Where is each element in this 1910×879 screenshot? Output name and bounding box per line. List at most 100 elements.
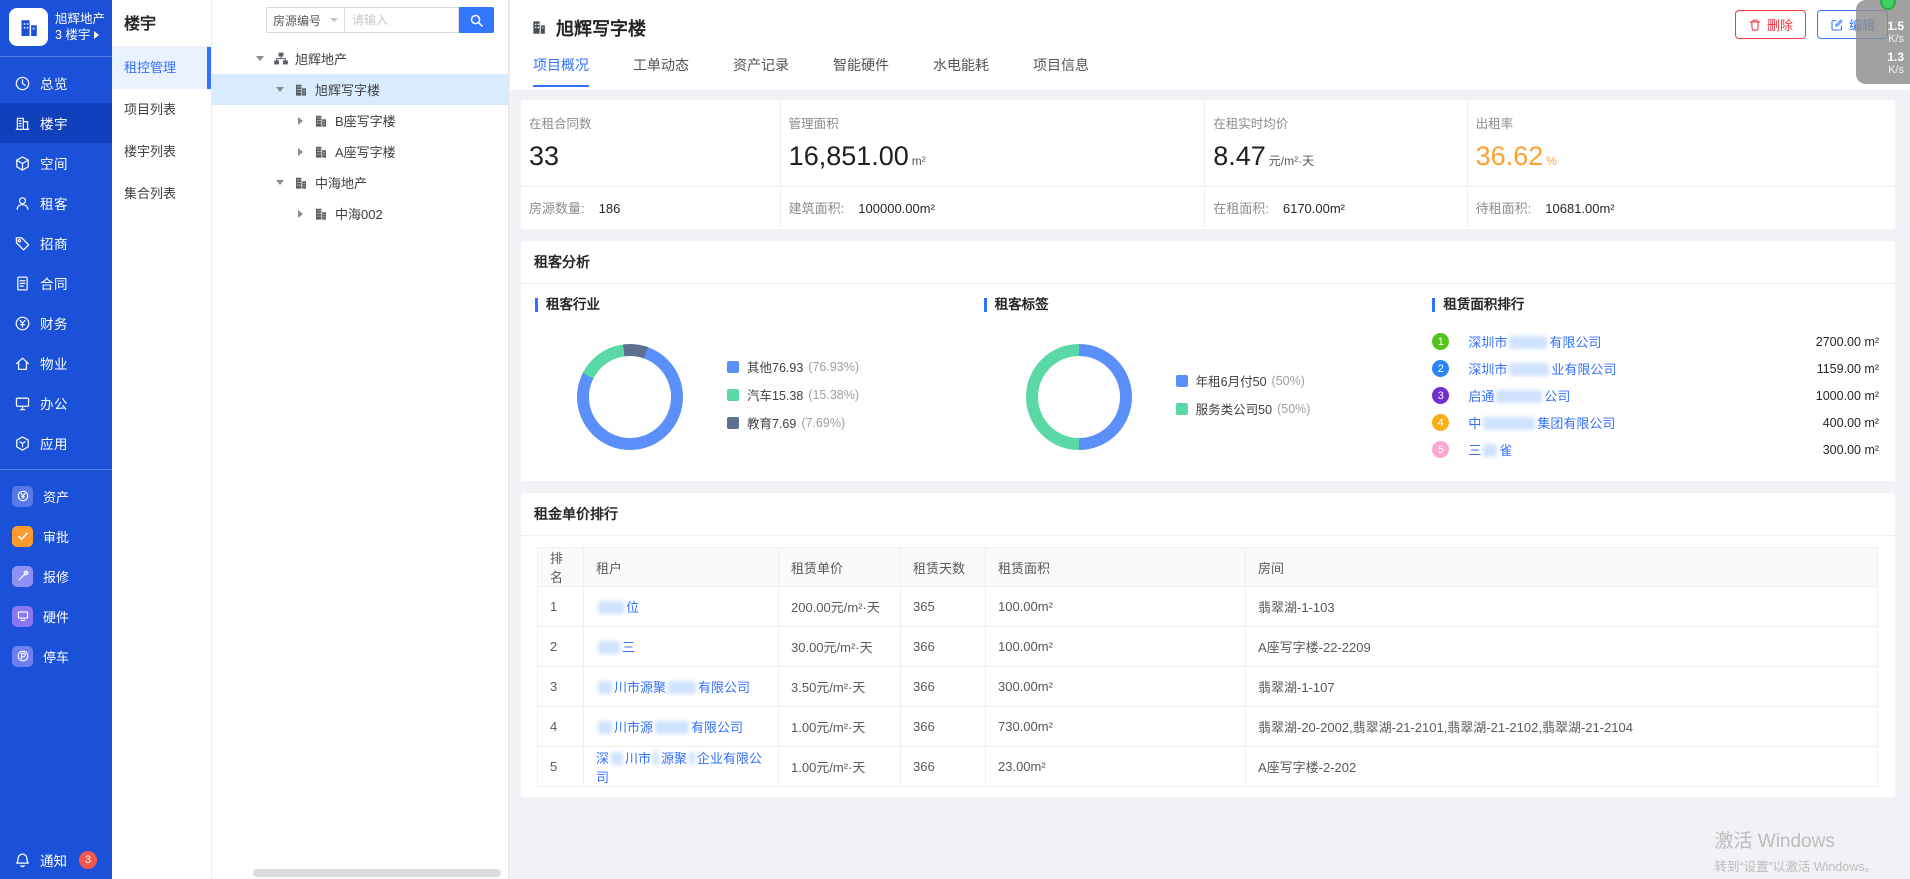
chevron-down-icon	[330, 18, 338, 22]
legend-item-服务类公司[interactable]: 服务类公司50(50%)	[1176, 399, 1311, 418]
legend-item-汽车[interactable]: 汽车15.38(15.38%)	[727, 385, 859, 404]
caret-down-icon[interactable]	[273, 87, 287, 92]
tab-水电能耗[interactable]: 水电能耗	[933, 55, 989, 87]
sidebar-item-label: 总览	[40, 73, 68, 93]
tab-项目信息[interactable]: 项目信息	[1033, 55, 1089, 87]
contract-icon	[14, 275, 31, 292]
legend-item-年租6月付[interactable]: 年租6月付50(50%)	[1176, 371, 1311, 390]
tenant-link[interactable]: 深川市源聚企业有限公司	[596, 751, 762, 785]
tree-horizontal-scrollbar[interactable]	[253, 869, 501, 877]
column-header-租赁单价: 租赁单价	[779, 548, 901, 587]
legend-item-其他[interactable]: 其他76.93(76.93%)	[727, 357, 859, 376]
tree-node-label: 旭辉地产	[295, 49, 347, 68]
tree-node-中海地产[interactable]: 中海地产	[212, 167, 508, 198]
delete-button[interactable]: 删除	[1735, 10, 1806, 39]
stat-value-row: 8.47元/m²·天	[1213, 141, 1456, 172]
search-type-select[interactable]: 房源编号	[266, 7, 345, 33]
area-value: 300.00 m²	[1823, 443, 1881, 457]
sidebar-app-审批[interactable]: 审批	[0, 516, 112, 556]
cell-rooms: A座写字楼-2-202	[1246, 747, 1878, 787]
sidebar-item-总览[interactable]: 总览	[0, 63, 112, 103]
area-rank-title: 租赁面积排行	[1432, 298, 1881, 312]
tree-node-A座写字楼[interactable]: A座写字楼	[212, 136, 508, 167]
caret-down-icon[interactable]	[273, 180, 287, 185]
org-expand-caret-icon[interactable]	[94, 31, 99, 39]
tree-node-中海002[interactable]: 中海002	[212, 198, 508, 229]
cell-area: 100.00m²	[986, 627, 1246, 667]
company-link[interactable]: 中集团有限公司	[1468, 413, 1615, 432]
tab-智能硬件[interactable]: 智能硬件	[833, 55, 889, 87]
sidebar-item-label: 物业	[40, 353, 68, 373]
submenu-item-集合列表[interactable]: 集合列表	[112, 173, 211, 215]
sidebar-item-物业[interactable]: 物业	[0, 343, 112, 383]
cell-days: 366	[901, 667, 986, 707]
sidebar-app-停车[interactable]: 停车	[0, 636, 112, 676]
redacted-text	[598, 721, 612, 734]
sidebar-app-label: 审批	[43, 527, 69, 546]
tree-node-旭辉地产[interactable]: 旭辉地产	[212, 43, 508, 74]
sidebar-item-招商[interactable]: 招商	[0, 223, 112, 263]
table-row: 1位200.00元/m²·天365100.00m²翡翠湖-1-103	[538, 587, 1878, 627]
tags-donut-chart[interactable]	[1026, 344, 1132, 450]
tab-项目概况[interactable]: 项目概况	[533, 55, 589, 87]
submenu-item-楼宇列表[interactable]: 楼宇列表	[112, 131, 211, 173]
company-link[interactable]: 深圳市业有限公司	[1468, 359, 1616, 378]
caret-right-icon[interactable]	[293, 117, 307, 125]
sidebar-item-办公[interactable]: 办公	[0, 383, 112, 423]
tenant-link[interactable]: 位	[596, 600, 639, 615]
company-link[interactable]: 启通公司	[1468, 386, 1570, 405]
table-row: 3川市源聚有限公司3.50元/m²·天366300.00m²翡翠湖-1-107	[538, 667, 1878, 707]
stat-value: 8.47	[1213, 141, 1266, 171]
tenant-analysis-card: 租客分析 租客行业 其他76.93(76.93%)汽车15.38(15.38%)…	[521, 241, 1895, 481]
building-submenu-panel: 楼宇 租控管理项目列表楼宇列表集合列表	[112, 0, 212, 879]
stat-管理面积: 管理面积16,851.00m²	[781, 100, 1206, 186]
tab-资产记录[interactable]: 资产记录	[733, 55, 789, 87]
net-down-value: 1.3	[1856, 51, 1904, 64]
sidebar-app-硬件[interactable]: 硬件	[0, 596, 112, 636]
company-link[interactable]: 深圳市有限公司	[1468, 332, 1601, 351]
submenu-item-项目列表[interactable]: 项目列表	[112, 89, 211, 131]
caret-right-icon[interactable]	[293, 210, 307, 218]
app-logo	[9, 8, 48, 46]
company-link[interactable]: 三雀	[1468, 440, 1512, 459]
sidebar-item-notice[interactable]: 通知 3	[0, 850, 112, 870]
substat-value: 186	[599, 201, 621, 216]
caret-down-icon[interactable]	[253, 56, 267, 61]
table-row: 2三30.00元/m²·天366100.00m²A座写字楼-22-2209	[538, 627, 1878, 667]
sidebar-item-租客[interactable]: 租客	[0, 183, 112, 223]
tree-node-旭辉写字楼[interactable]: 旭辉写字楼	[212, 74, 508, 105]
stat-value: 36.62	[1476, 141, 1544, 171]
sidebar-item-财务[interactable]: 财务	[0, 303, 112, 343]
industry-donut-chart[interactable]	[577, 344, 683, 450]
sidebar-app-报修[interactable]: 报修	[0, 556, 112, 596]
cell-tenant: 川市源有限公司	[584, 707, 779, 747]
search-button[interactable]	[459, 7, 494, 33]
tenant-link[interactable]: 三	[596, 640, 635, 655]
sidebar-app-资产[interactable]: 资产	[0, 476, 112, 516]
submenu-item-租控管理[interactable]: 租控管理	[112, 47, 211, 89]
cell-days: 365	[901, 587, 986, 627]
net-up-unit: K/s	[1888, 33, 1904, 45]
legend-label: 年租6月付50	[1196, 371, 1267, 390]
search-input[interactable]	[345, 7, 459, 33]
legend-item-教育[interactable]: 教育7.69(7.69%)	[727, 413, 859, 432]
sidebar-item-楼宇[interactable]: 楼宇	[0, 103, 112, 143]
page-title: 旭辉写字楼	[556, 15, 646, 41]
network-speed-widget[interactable]: 1.5 ↑K/s 1.3 ↓K/s	[1856, 0, 1910, 84]
area-rank-row: 4中集团有限公司400.00 m²	[1432, 409, 1881, 436]
substat-待租面积:: 待租面积:10681.00m²	[1468, 187, 1895, 229]
tenant-link[interactable]: 川市源聚有限公司	[596, 680, 750, 695]
tenant-link[interactable]: 川市源有限公司	[596, 720, 743, 735]
sidebar-item-空间[interactable]: 空间	[0, 143, 112, 183]
substat-value: 100000.00m²	[858, 201, 935, 216]
sidebar-item-应用[interactable]: 应用	[0, 423, 112, 463]
tab-工单动态[interactable]: 工单动态	[633, 55, 689, 87]
legend-percent: (50%)	[1277, 402, 1310, 416]
sidebar-item-合同[interactable]: 合同	[0, 263, 112, 303]
cell-price: 1.00元/m²·天	[779, 707, 901, 747]
tree-node-B座写字楼[interactable]: B座写字楼	[212, 105, 508, 136]
caret-right-icon[interactable]	[293, 148, 307, 156]
analysis-title: 租客分析	[521, 241, 1895, 284]
substat-在租面积:: 在租面积:6170.00m²	[1205, 187, 1467, 229]
org-switcher[interactable]: 旭辉地产 3 楼宇	[0, 0, 112, 56]
